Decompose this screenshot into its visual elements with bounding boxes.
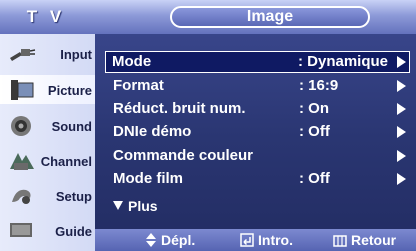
sidebar-item-label: Sound	[51, 119, 92, 134]
menu-row-dnie-demo[interactable]: DNIe démo : Off	[105, 121, 410, 143]
sidebar-item-label: Picture	[47, 83, 92, 98]
menu-row-label: Mode film	[113, 170, 183, 187]
sidebar-item-setup[interactable]: Setup	[0, 181, 95, 210]
menu-row-value: : Off	[299, 170, 330, 187]
menu-row-label: Réduct. bruit num.	[113, 100, 246, 117]
tv-section-label: T V	[26, 7, 66, 26]
hint-return-label: Retour	[351, 232, 397, 248]
more-label: Plus	[128, 198, 158, 214]
sidebar-item-picture[interactable]: Picture	[0, 75, 95, 104]
arrow-right-icon	[397, 150, 406, 162]
menu-row-value: : Off	[299, 123, 330, 140]
arrow-down-icon	[113, 201, 123, 210]
menu-title: Image	[170, 6, 370, 28]
more-button[interactable]: Plus	[113, 198, 158, 214]
up-down-arrows-icon	[146, 233, 156, 247]
sidebar-item-label: Setup	[55, 189, 92, 204]
menu-row-value: : On	[299, 100, 329, 117]
sound-speaker-icon	[11, 116, 31, 136]
sidebar: Input Picture Sound Channel Setup Guide	[0, 34, 95, 251]
input-plug-icon	[10, 49, 36, 61]
enter-icon	[240, 233, 254, 247]
menu-row-label: Mode	[112, 53, 152, 70]
sidebar-item-guide[interactable]: Guide	[0, 216, 95, 245]
picture-icon	[11, 80, 34, 100]
guide-icon	[10, 223, 32, 237]
arrow-right-icon	[397, 80, 406, 92]
hint-return: Retour	[333, 232, 396, 248]
setup-icon	[12, 189, 31, 204]
arrow-right-icon	[397, 56, 406, 68]
arrow-right-icon	[397, 126, 406, 138]
menu-row-label: Format	[113, 77, 164, 94]
tv-osd-screen: T V Image Input Picture Sound Channel Se…	[0, 0, 416, 251]
menu-header: T V Image	[0, 0, 416, 34]
channel-icon	[10, 153, 34, 170]
menu-row-mode[interactable]: Mode : Dynamique	[105, 51, 410, 73]
footer-hints: Dépl. Intro. Retour	[95, 229, 416, 251]
arrow-right-icon	[397, 173, 406, 185]
sidebar-item-label: Input	[60, 47, 92, 62]
menu-row-format[interactable]: Format : 16:9	[105, 75, 410, 97]
arrow-right-icon	[397, 103, 406, 115]
sidebar-item-input[interactable]: Input	[0, 39, 95, 68]
hint-enter: Intro.	[240, 232, 293, 248]
menu-row-value: : Dynamique	[298, 53, 389, 70]
menu-row-film-mode[interactable]: Mode film : Off	[105, 168, 410, 190]
sidebar-item-label: Guide	[55, 224, 92, 239]
hint-move-label: Dépl.	[161, 232, 196, 248]
menu-icon	[333, 235, 347, 247]
picture-menu-panel: Mode : Dynamique Format : 16:9 Réduct. b…	[95, 34, 416, 234]
hint-enter-label: Intro.	[258, 232, 293, 248]
menu-row-label: Commande couleur	[113, 147, 254, 164]
menu-row-value: : 16:9	[299, 77, 339, 94]
menu-row-label: DNIe démo	[113, 123, 192, 140]
hint-move: Dépl.	[145, 232, 195, 248]
menu-row-color-control[interactable]: Commande couleur	[105, 145, 410, 167]
menu-row-noise-reduction[interactable]: Réduct. bruit num. : On	[105, 98, 410, 120]
sidebar-item-label: Channel	[40, 154, 92, 169]
sidebar-item-channel[interactable]: Channel	[0, 146, 95, 175]
sidebar-item-sound[interactable]: Sound	[0, 111, 95, 140]
